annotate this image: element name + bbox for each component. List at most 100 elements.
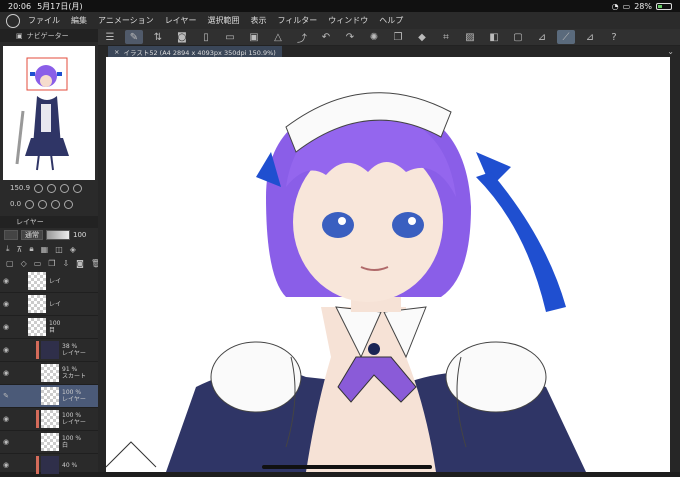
layer-row[interactable]: ◉ 100 % 白	[0, 431, 98, 454]
layer-row[interactable]: ◉ 100 目	[0, 316, 98, 339]
status-date: 5月17日(月)	[37, 1, 83, 11]
app-logo-icon[interactable]	[6, 13, 20, 28]
copy-icon[interactable]: ❐	[389, 30, 407, 44]
redo-icon[interactable]: ↷	[341, 30, 359, 44]
hamburger-icon[interactable]: ☰	[101, 30, 119, 44]
clip-icon[interactable]: ⤓	[6, 244, 10, 254]
eye-icon[interactable]: ◉	[0, 300, 12, 308]
layer-row[interactable]: ◉ 91 % スカート	[0, 362, 98, 385]
document-tab[interactable]: × イラスト52 (A4 2894 x 4093px 350dpi 150.9%…	[108, 46, 282, 57]
eye-icon[interactable]: ◉	[0, 277, 12, 285]
clear-icon[interactable]: ▢	[509, 30, 527, 44]
menu-bar: ファイル 編集 アニメーション レイヤー 選択範囲 表示 フィルター ウィンドウ…	[0, 12, 680, 29]
navigator-title: ナビゲーター	[26, 31, 69, 40]
chevron-down-icon[interactable]: ⌄	[667, 47, 674, 56]
layer-name: レイヤー	[62, 350, 86, 357]
eye-icon[interactable]: ◉	[0, 346, 12, 354]
crop-icon[interactable]: ⌗	[437, 30, 455, 44]
reset-rotate-icon[interactable]	[51, 199, 61, 209]
pen-pressure-icon[interactable]: ⟋	[557, 30, 575, 44]
menu-layer[interactable]: レイヤー	[165, 15, 197, 26]
command-toolbar: ☰ ✎ ⇅ ◙ ▯ ▭ ▣ △ ⤴ ↶ ↷ ✺ ❐ ◆ ⌗ ▨ ◧ ▢ ⊿ ⟋ …	[98, 29, 680, 46]
brush-tool-icon[interactable]: ✎	[125, 30, 143, 44]
deselect-icon[interactable]: ▨	[461, 30, 479, 44]
actual-size-icon[interactable]	[73, 183, 83, 193]
new-folder-icon[interactable]: ▭	[34, 259, 42, 268]
menu-window[interactable]: ウィンドウ	[328, 15, 368, 26]
undo-icon[interactable]: ↶	[317, 30, 335, 44]
menu-selection[interactable]: 選択範囲	[207, 15, 239, 26]
lock-transparency-icon[interactable]: ▦	[41, 245, 49, 254]
layer-thumbnail	[41, 456, 59, 474]
rotate-value: 0.0	[10, 200, 22, 208]
merge-down-icon[interactable]: ⇩	[62, 259, 69, 268]
lock-icon[interactable]: 🔒︎	[29, 244, 33, 254]
loading-icon[interactable]: ✺	[365, 30, 383, 44]
eye-icon[interactable]: ◉	[0, 438, 12, 446]
zoom-in-icon[interactable]	[47, 183, 57, 193]
layer-thumbnail	[28, 295, 46, 313]
navigator-preview	[15, 57, 69, 171]
layer-opacity: 100 %	[62, 435, 82, 442]
new-file-icon[interactable]: ▯	[197, 30, 215, 44]
ruler-icon[interactable]: ⊿	[533, 30, 551, 44]
layer-row[interactable]: ◉ 40 %	[0, 454, 98, 477]
zoom-out-icon[interactable]	[34, 183, 44, 193]
eye-icon[interactable]: ◉	[0, 369, 12, 377]
left-panel: ▣ ナビゲーター 150.9 0.0 レイヤー 通常 100 ⤓ ⊼ 🔒︎ ▦ …	[0, 29, 101, 477]
save-icon[interactable]: ▣	[245, 30, 263, 44]
layer-row[interactable]: ◉ レイ	[0, 270, 98, 293]
eye-icon[interactable]: ◉	[0, 415, 12, 423]
opacity-slider[interactable]	[46, 230, 70, 240]
battery-icon	[656, 2, 672, 10]
layer-color-icon[interactable]	[4, 230, 18, 240]
new-vector-layer-icon[interactable]: ◇	[21, 259, 27, 268]
navigator-rotate-row: 0.0	[0, 196, 98, 212]
palette-icon[interactable]: ◈	[70, 245, 76, 254]
rotate-left-icon[interactable]	[25, 199, 35, 209]
menu-file[interactable]: ファイル	[28, 15, 60, 26]
menu-help[interactable]: ヘルプ	[379, 15, 403, 26]
layer-row[interactable]: ◉ 100 % レイヤー	[0, 408, 98, 431]
close-tab-icon[interactable]: ×	[114, 48, 119, 56]
navigator-thumbnail[interactable]	[3, 46, 95, 180]
tool-switch-icon[interactable]: ⇅	[149, 30, 167, 44]
open-folder-icon[interactable]: ▭	[221, 30, 239, 44]
home-indicator	[262, 465, 432, 469]
blend-mode-select[interactable]: 通常	[21, 230, 43, 240]
new-raster-layer-icon[interactable]: ▢	[6, 259, 14, 268]
layer-row[interactable]: ◉ 38 % レイヤー	[0, 339, 98, 362]
menu-filter[interactable]: フィルター	[277, 15, 317, 26]
flip-icon[interactable]	[64, 199, 74, 209]
navigator-zoom-row: 150.9	[0, 180, 98, 196]
mask-icon[interactable]: ◫	[55, 245, 63, 254]
layer-name: レイヤー	[62, 396, 86, 403]
menu-view[interactable]: 表示	[250, 15, 266, 26]
menu-animation[interactable]: アニメーション	[98, 15, 154, 26]
navigator-header: ▣ ナビゲーター	[0, 29, 98, 42]
line-icon[interactable]: ⊿	[581, 30, 599, 44]
camera-icon[interactable]: ◙	[173, 30, 191, 44]
rotate-right-icon[interactable]	[38, 199, 48, 209]
add-mask-icon[interactable]: ◙	[76, 259, 84, 268]
upload-icon[interactable]: △	[269, 30, 287, 44]
layer-thumbnail	[41, 433, 59, 451]
eye-icon[interactable]: ◉	[0, 461, 12, 469]
layer-name: レイヤー	[62, 419, 86, 426]
layer-row[interactable]: ◉ レイ	[0, 293, 98, 316]
drawing-canvas[interactable]	[106, 57, 670, 472]
reference-icon[interactable]: ⊼	[17, 245, 23, 254]
duplicate-layer-icon[interactable]: ❐	[48, 259, 55, 268]
pen-icon[interactable]: ✎	[0, 392, 12, 400]
menu-edit[interactable]: 編集	[71, 15, 87, 26]
export-icon[interactable]: ⤴	[293, 30, 311, 45]
fill-icon[interactable]: ◆	[413, 30, 431, 44]
layer-row-selected[interactable]: ✎ 100 % レイヤー	[0, 385, 98, 408]
invert-selection-icon[interactable]: ◧	[485, 30, 503, 44]
help-icon[interactable]: ?	[605, 30, 623, 44]
fit-icon[interactable]	[60, 183, 70, 193]
clipping-indicator	[36, 410, 39, 428]
status-right: ◔ ▭ 28%	[612, 2, 672, 11]
layer-name: スカート	[62, 373, 87, 380]
eye-icon[interactable]: ◉	[0, 323, 12, 331]
